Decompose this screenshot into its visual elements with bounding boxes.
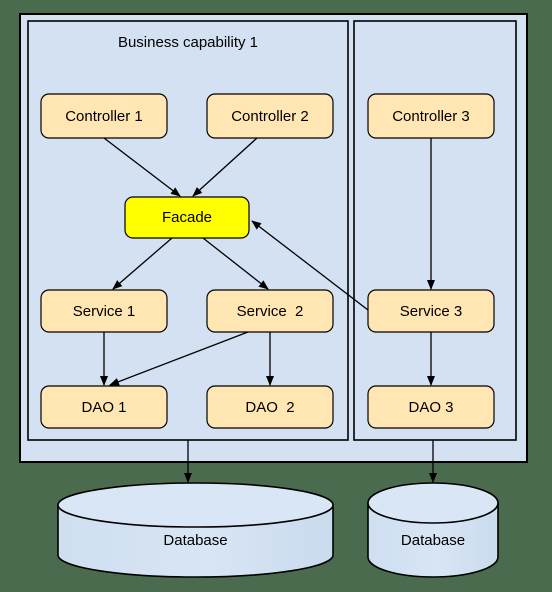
node-label-service-3: Service 3: [400, 303, 463, 320]
node-label-controller-1: Controller 1: [65, 108, 143, 125]
node-dao-3[interactable]: DAO 3: [367, 385, 495, 429]
node-controller-3[interactable]: Controller 3: [367, 93, 495, 139]
node-label-dao-2: DAO 2: [245, 399, 294, 416]
database-label-2: Database: [401, 532, 465, 549]
node-controller-1[interactable]: Controller 1: [40, 93, 168, 139]
node-service-1[interactable]: Service 1: [40, 289, 168, 333]
node-service-3[interactable]: Service 3: [367, 289, 495, 333]
node-facade[interactable]: Facade: [124, 196, 250, 239]
architecture-diagram: Business capability 1 Controller 1 Contr…: [0, 0, 552, 592]
node-label-service-2: Service 2: [237, 303, 304, 320]
node-dao-2[interactable]: DAO 2: [206, 385, 334, 429]
diagram-canvas: Business capability 1 Controller 1 Contr…: [0, 0, 552, 592]
group-title-business-capability-1: Business capability 1: [118, 34, 258, 51]
group-boundary-business-capability-2: [353, 20, 517, 441]
node-controller-2[interactable]: Controller 2: [206, 93, 334, 139]
database-cylinder-top-2: [367, 482, 499, 524]
node-label-controller-2: Controller 2: [231, 108, 309, 125]
node-label-facade: Facade: [162, 209, 212, 226]
node-label-dao-3: DAO 3: [408, 399, 453, 416]
database-2[interactable]: Database: [367, 482, 499, 578]
group-business-capability-2: [353, 20, 517, 441]
node-label-service-1: Service 1: [73, 303, 136, 320]
node-label-controller-3: Controller 3: [392, 108, 470, 125]
database-cylinder-top-1: [57, 482, 334, 528]
node-dao-1[interactable]: DAO 1: [40, 385, 168, 429]
database-label-1: Database: [163, 532, 227, 549]
node-service-2[interactable]: Service 2: [206, 289, 334, 333]
database-1[interactable]: Database: [57, 482, 334, 578]
node-label-dao-1: DAO 1: [81, 399, 126, 416]
